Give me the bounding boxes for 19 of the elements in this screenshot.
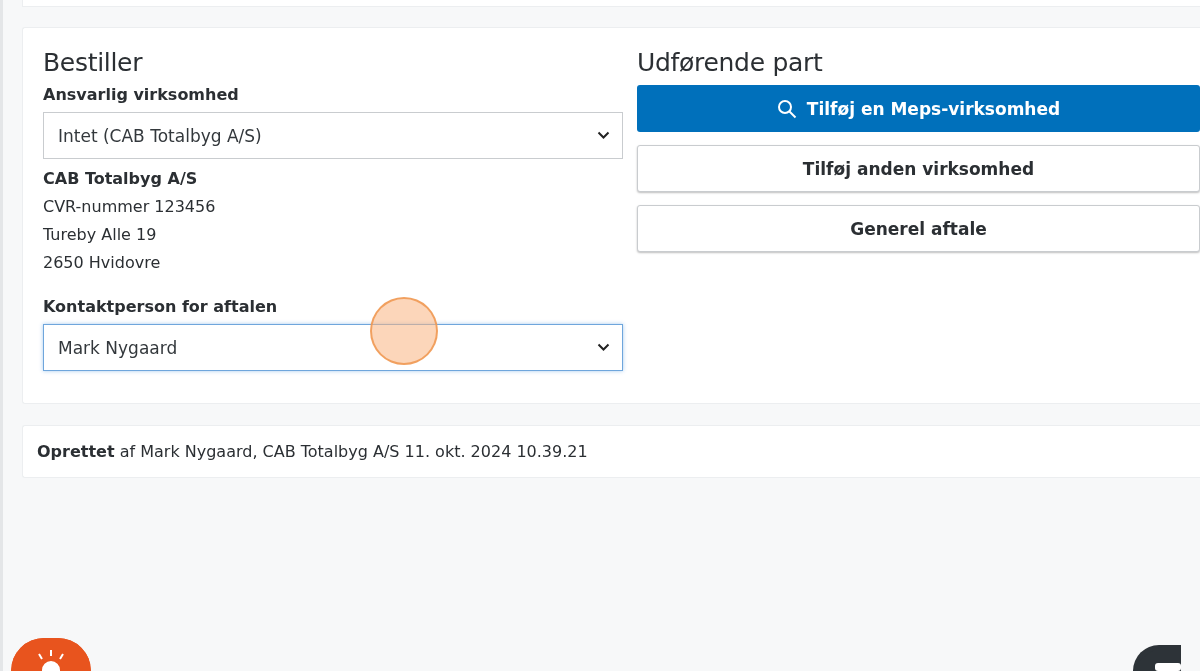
button[interactable]: Tilføj anden virksomhed <box>637 145 1200 192</box>
lightbulb-button[interactable] <box>11 638 91 671</box>
company-name: CAB Totalbyg A/S <box>43 168 198 190</box>
chevron-down-icon <box>597 343 610 352</box>
field-label: Ansvarlig virksomhed <box>43 85 239 104</box>
created-info-text: Oprettet af Mark Nygaard, CAB Totalbyg A/S 11. okt. 2024 10.39.21 <box>37 442 588 461</box>
section-heading: Bestiller <box>43 48 143 77</box>
company-detail: Tureby Alle 19 <box>43 224 157 246</box>
search-icon <box>776 98 797 119</box>
section-heading: Udførende part <box>637 48 823 77</box>
button[interactable]: Generel aftale <box>637 205 1200 252</box>
company-detail: 2650 Hvidovre <box>43 252 161 274</box>
chevron-down-icon <box>597 131 610 140</box>
add-company-search-button[interactable]: Tilføj en Meps-virksomhed <box>637 85 1200 132</box>
field-label: Kontaktperson for aftalen <box>43 297 278 316</box>
company-detail: CVR-nummer 123456 <box>43 196 216 218</box>
dropdown-field[interactable]: Mark Nygaard <box>43 324 623 371</box>
dropdown-field[interactable]: Intet (CAB Totalbyg A/S) <box>43 112 623 159</box>
chat-button[interactable] <box>1133 645 1181 671</box>
